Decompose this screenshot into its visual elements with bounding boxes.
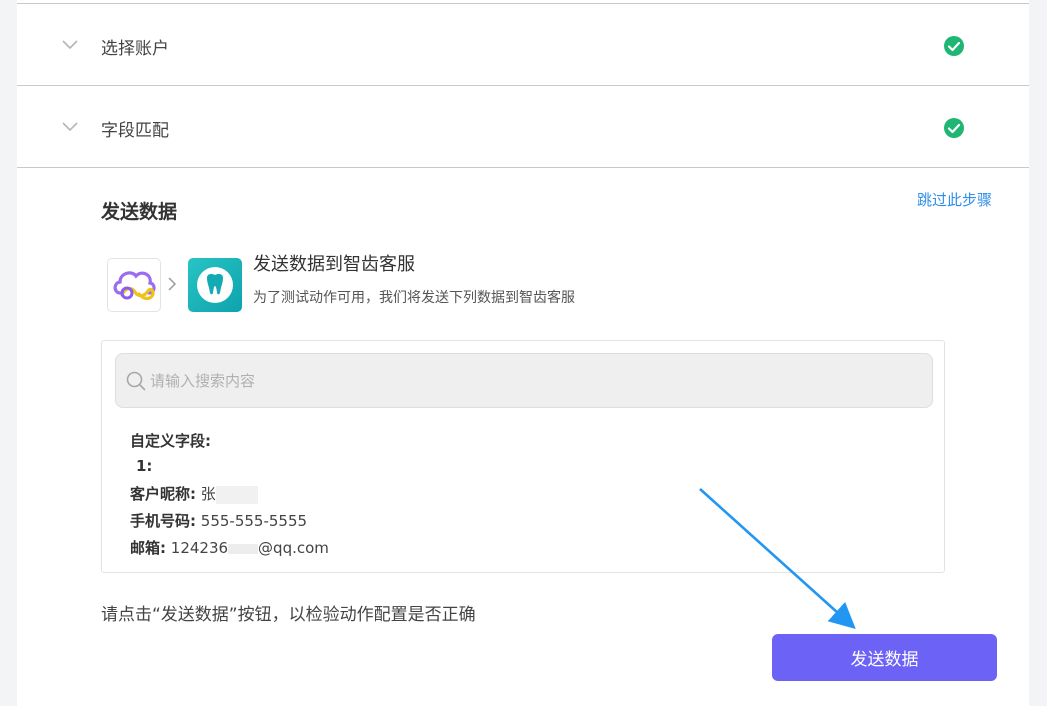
redaction-mask — [228, 543, 259, 554]
phone-label: 手机号码: — [130, 512, 196, 530]
chevron-down-icon — [62, 40, 78, 50]
search-icon — [126, 371, 146, 391]
target-app-logo — [188, 258, 242, 312]
integration-panel: 选择账户 字段匹配 发送数据 跳过此步骤 发送数据到智齿客服 为了测试动作可用，… — [17, 0, 1029, 706]
send-data-button[interactable]: 发送数据 — [772, 634, 997, 681]
nickname-value: 张 — [200, 485, 216, 503]
phone-value: 555-555-5555 — [200, 512, 308, 530]
custom-field-index: 1: — [136, 457, 153, 475]
chevron-down-icon — [62, 122, 78, 132]
step-field-mapping[interactable]: 字段匹配 — [17, 86, 1029, 168]
redaction-mask — [215, 485, 258, 504]
send-data-title: 发送数据到智齿客服 — [253, 254, 415, 275]
hint-text: 请点击“发送数据”按钮，以检验动作配置是否正确 — [101, 605, 476, 625]
step-label: 选择账户 — [101, 39, 169, 59]
cloud-logo-icon — [113, 271, 156, 301]
search-input[interactable] — [150, 354, 910, 407]
email-label: 邮箱: — [130, 539, 166, 557]
nickname-field: 客户昵称: 张 — [130, 483, 258, 504]
step-select-account[interactable]: 选择账户 — [17, 4, 1029, 86]
step-label: 字段匹配 — [101, 121, 169, 141]
email-suffix: @qq.com — [258, 539, 329, 557]
source-app-logo — [107, 258, 161, 312]
send-data-description: 为了测试动作可用，我们将发送下列数据到智齿客服 — [253, 290, 575, 306]
check-circle-icon — [944, 36, 964, 56]
custom-field-label: 自定义字段: — [130, 432, 211, 450]
email-field: 邮箱: 124236 @qq.com — [130, 537, 329, 558]
skip-step-link[interactable]: 跳过此步骤 — [917, 189, 992, 210]
section-title: 发送数据 — [101, 201, 178, 223]
chevron-right-icon — [168, 277, 177, 291]
nickname-label: 客户昵称: — [130, 485, 196, 503]
phone-field: 手机号码: 555-555-5555 — [130, 510, 307, 531]
data-preview-card: 自定义字段: 1: 客户昵称: 张 手机号码: 555-555-5555 邮箱:… — [101, 340, 945, 573]
email-prefix: 124236 — [170, 539, 229, 557]
search-box[interactable] — [115, 353, 933, 408]
check-circle-icon — [944, 118, 964, 138]
tooth-logo-icon — [197, 267, 233, 303]
